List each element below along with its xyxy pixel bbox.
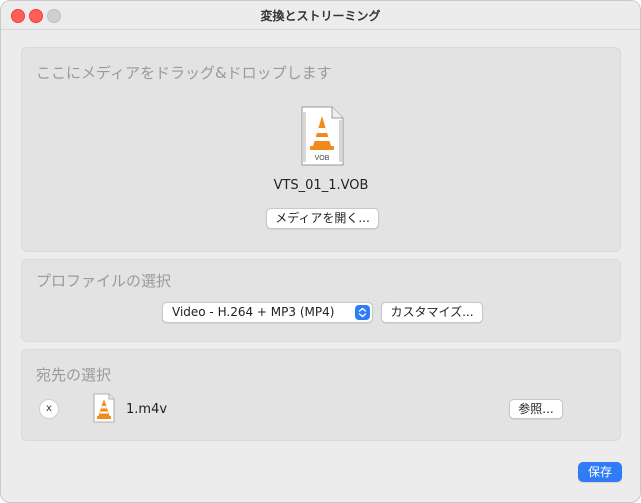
chevron-updown-icon	[355, 305, 370, 320]
drop-zone-heading: ここにメディアをドラッグ&ドロップします	[36, 64, 332, 82]
browse-button[interactable]: 参照...	[509, 399, 563, 419]
title-bar: 変換とストリーミング	[1, 1, 640, 30]
profile-panel: プロファイルの選択 Video - H.264 + MP3 (MP4) カスタマ…	[21, 259, 621, 342]
destination-file-name: 1.m4v	[126, 402, 168, 417]
drop-zone[interactable]: ここにメディアをドラッグ&ドロップします VOB VTS_01_1.VOB メデ…	[21, 47, 621, 252]
profile-select[interactable]: Video - H.264 + MP3 (MP4)	[162, 302, 373, 323]
save-button[interactable]: 保存	[578, 462, 622, 482]
customize-button[interactable]: カスタマイズ...	[381, 302, 483, 323]
file-type-label: VOB	[315, 155, 330, 162]
convert-window: 変換とストリーミング ここにメディアをドラッグ&ドロップします VOB VTS_…	[0, 0, 641, 503]
destination-heading: 宛先の選択	[36, 366, 112, 384]
open-media-button[interactable]: メディアを開く...	[266, 208, 379, 229]
remove-destination-button[interactable]: x	[39, 399, 59, 419]
profile-heading: プロファイルの選択	[36, 272, 172, 290]
profile-select-value: Video - H.264 + MP3 (MP4)	[172, 305, 335, 319]
window-title: 変換とストリーミング	[260, 9, 381, 23]
vlc-file-icon: VOB	[301, 106, 344, 166]
source-file-name: VTS_01_1.VOB	[273, 178, 369, 193]
destination-panel: 宛先の選択 x 1.m4v 参照...	[21, 349, 621, 441]
vlc-cone-icon	[93, 393, 115, 423]
